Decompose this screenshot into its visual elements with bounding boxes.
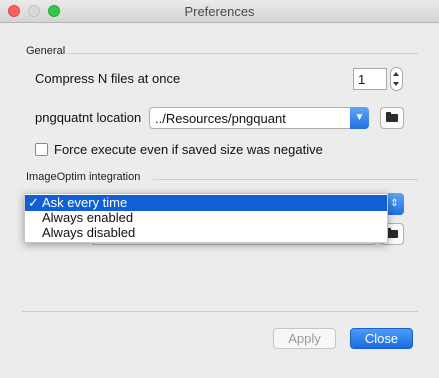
menu-item-label: Always enabled [42,210,134,225]
menu-item-label: Always disabled [42,225,136,240]
imageoptim-integration-menu: ✓ Ask every time Always enabled Always d… [24,193,388,243]
browse-pngquant-button[interactable] [380,107,404,129]
general-divider [67,53,418,54]
force-execute-checkbox[interactable] [35,143,48,156]
menu-item-always-enabled[interactable]: Always enabled [25,210,387,226]
compress-label: Compress N files at once [35,71,181,86]
general-section-label: General [26,45,66,57]
force-execute-label: Force execute even if saved size was neg… [54,142,323,157]
folder-icon [386,112,398,122]
pngquant-location-label: pngquatnt location [35,110,142,125]
stepper-up-icon[interactable] [393,72,399,76]
pngquant-location-value: ../Resources/pngquant [155,111,286,126]
close-button[interactable]: Close [350,328,413,349]
imageoptim-section-label: ImageOptim integration [26,171,141,183]
checkmark-icon: ✓ [28,195,39,210]
pngquant-location-select[interactable]: ../Resources/pngquant ▼ [149,107,369,129]
apply-button[interactable]: Apply [273,328,336,349]
compress-count-field[interactable]: 1 [353,68,387,90]
menu-item-ask-every-time[interactable]: ✓ Ask every time [25,195,387,211]
menu-item-label: Ask every time [42,195,128,210]
menu-item-always-disabled[interactable]: Always disabled [25,225,387,241]
stepper-down-icon[interactable] [393,82,399,86]
window-title: Preferences [184,4,255,19]
title-bar: Preferences [0,0,439,23]
chevron-down-icon: ▼ [350,107,369,129]
compress-count-stepper[interactable] [390,67,403,91]
footer-divider [22,311,418,312]
imageoptim-divider [153,179,418,180]
